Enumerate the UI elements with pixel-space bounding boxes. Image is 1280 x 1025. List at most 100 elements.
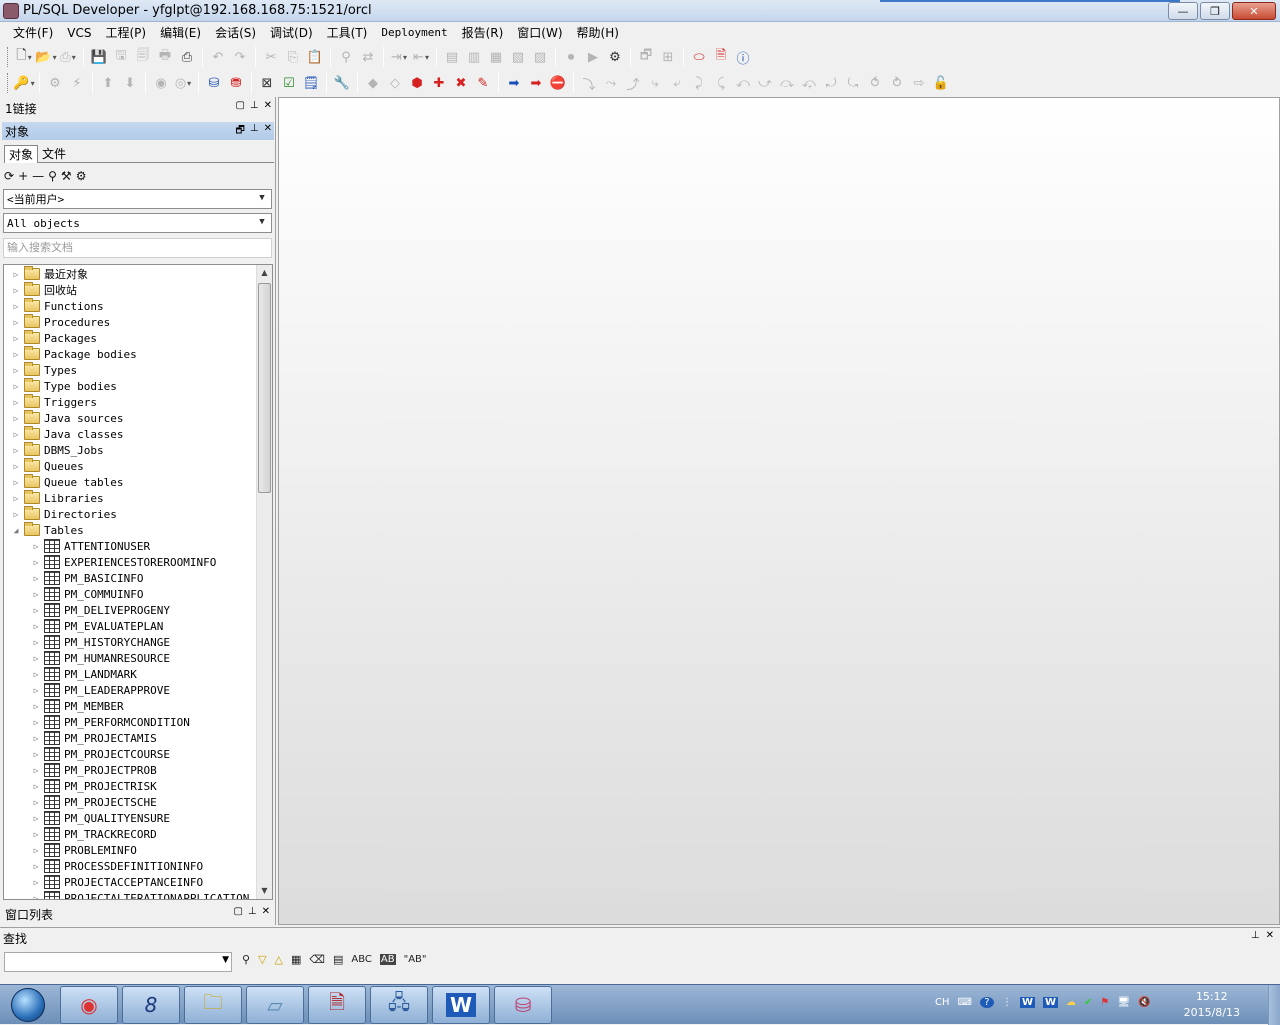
taskbar-chrome[interactable]: ◉ [60, 986, 118, 1024]
highlight-icon[interactable]: ▦ [291, 953, 301, 966]
taskbar-network[interactable]: 🖧 [370, 986, 428, 1024]
uncomment-icon[interactable]: ▥ [463, 46, 485, 68]
folder-node[interactable]: ▷ Queues [10, 458, 84, 474]
macro-icon[interactable]: ⚙ [604, 46, 626, 68]
macro-record-icon[interactable]: ⏺ [560, 46, 582, 68]
lock-icon[interactable]: 🔓 [930, 72, 952, 94]
trace-icon[interactable]: ⤿ [842, 72, 864, 94]
folder-node[interactable]: ▷ Package bodies [10, 346, 137, 362]
cut-icon[interactable]: ✂ [260, 46, 282, 68]
close-button[interactable]: ✕ [1232, 2, 1276, 20]
redo-icon[interactable]: ↷ [229, 46, 251, 68]
copy-icon[interactable]: ⎘ [282, 46, 304, 68]
object-tree[interactable]: ▷ 最近对象 ▷ 回收站 ▷ Functions ▷ Procedures ▷ Packages ▷… [3, 264, 273, 900]
add-icon[interactable]: + [18, 169, 28, 183]
pane-close-icon[interactable]: ✕ [264, 123, 272, 140]
arrow-right-red-icon[interactable]: ➡ [525, 72, 547, 94]
undo-icon[interactable]: ↶ [207, 46, 229, 68]
table-node[interactable]: ▷ PM_EVALUATEPLAN [30, 618, 163, 634]
indent-icon[interactable]: ⇥ [388, 46, 410, 68]
table-node[interactable]: ▷ PM_PERFORMCONDITION [30, 714, 190, 730]
info-icon[interactable]: ⓘ [732, 46, 754, 68]
table-node[interactable]: ▷ PM_HUMANRESOURCE [30, 650, 170, 666]
menu-reports[interactable]: 报告(R) [455, 22, 511, 44]
table-node[interactable]: ▷ PM_HISTORYCHANGE [30, 634, 170, 650]
expand-icon[interactable]: ▷ [30, 654, 42, 663]
objects-pane-header[interactable]: 对象 🗗 ⊥ ✕ [2, 122, 274, 140]
expand-icon[interactable]: ▷ [10, 350, 22, 359]
float-icon[interactable]: ▢ [235, 100, 244, 111]
scroll-up-icon[interactable]: ▲ [257, 265, 272, 281]
expand-icon[interactable]: ▷ [10, 286, 22, 295]
expand-icon[interactable]: ▷ [10, 462, 22, 471]
callstack-icon[interactable]: ⤼ [776, 72, 798, 94]
print-icon[interactable]: 🖶 [154, 46, 176, 68]
minimize-button[interactable]: — [1168, 2, 1198, 20]
tab-files[interactable]: 文件 [38, 145, 70, 163]
debug-pause-icon[interactable]: ✖ [450, 72, 472, 94]
table-node[interactable]: ▷ PM_PROJECTSCHE [30, 794, 157, 810]
expand-icon[interactable]: ▷ [30, 846, 42, 855]
expand-icon[interactable]: ▷ [10, 318, 22, 327]
folder-node[interactable]: ▷ Packages [10, 330, 97, 346]
table-node[interactable]: ▷ PM_PROJECTPROB [30, 762, 157, 778]
expand-icon[interactable]: ▷ [30, 894, 42, 900]
folder-node[interactable]: ◢ Tables [10, 522, 84, 538]
expand-icon[interactable]: ▷ [30, 750, 42, 759]
test-manager-icon[interactable]: ☑ [278, 72, 300, 94]
scroll-down-icon[interactable]: ▼ [257, 883, 272, 899]
expand-icon[interactable]: ▷ [30, 862, 42, 871]
save-all-icon[interactable]: 🗐 [132, 46, 154, 68]
menu-session[interactable]: 会话(S) [208, 22, 263, 44]
execute-icon[interactable]: ⚡ [66, 72, 88, 94]
object-search-input[interactable]: 输入搜索文档 [3, 238, 272, 258]
next-icon[interactable]: ⇨ [908, 72, 930, 94]
mdi-workspace[interactable] [278, 97, 1280, 925]
folder-node[interactable]: ▷ 回收站 [10, 282, 77, 298]
table-node[interactable]: ▷ PM_TRACKRECORD [30, 826, 157, 842]
pin-icon[interactable]: ⊥ [1251, 930, 1260, 941]
folder-node[interactable]: ▷ Triggers [10, 394, 97, 410]
macro-play-icon[interactable]: ▶ [582, 46, 604, 68]
find-next-icon[interactable]: ▽ [258, 953, 266, 966]
clock[interactable]: 15:12 2015/8/13 [1184, 989, 1240, 1021]
debug-brush-icon[interactable]: ✎ [472, 72, 494, 94]
object-filter-select[interactable]: All objects ▼ [3, 213, 272, 233]
menu-deployment[interactable]: Deployment [374, 22, 454, 44]
folder-node[interactable]: ▷ Java classes [10, 426, 123, 442]
table-node[interactable]: ▷ PM_QUALITYENSURE [30, 810, 170, 826]
sql-window-icon[interactable]: ◉ [150, 72, 172, 94]
folder-node[interactable]: ▷ Functions [10, 298, 104, 314]
folder-node[interactable]: ▷ 最近对象 [10, 266, 88, 282]
debug-eraser-icon[interactable]: ◇ [384, 72, 406, 94]
format-icon[interactable]: ▦ [485, 46, 507, 68]
language-indicator[interactable]: CH [935, 997, 950, 1008]
taskbar-explorer[interactable]: 🗀 [184, 986, 242, 1024]
expand-icon[interactable]: ▷ [30, 542, 42, 551]
match-case-toggle[interactable]: ABC [351, 954, 372, 965]
wrench-icon[interactable]: 🔧 [331, 72, 353, 94]
watch-icon[interactable]: ⤹ [710, 72, 732, 94]
locals-icon[interactable]: ⤽ [798, 72, 820, 94]
debug-run-icon[interactable]: ✚ [428, 72, 450, 94]
debug-stop-icon[interactable]: ⬢ [406, 72, 428, 94]
taskbar-editor[interactable]: 🗎 [308, 986, 366, 1024]
expand-icon[interactable]: ▷ [10, 334, 22, 343]
pdf-icon[interactable]: 🗎 [710, 46, 732, 68]
network-tray-icon[interactable]: 🖥 [1117, 997, 1130, 1008]
menu-tools[interactable]: 工具(T) [320, 22, 375, 44]
paste-icon[interactable]: 📋 [304, 46, 326, 68]
expand-icon[interactable]: ▷ [30, 766, 42, 775]
expand-icon[interactable]: ▷ [10, 302, 22, 311]
table-node[interactable]: ▷ PM_BASICINFO [30, 570, 143, 586]
menu-window[interactable]: 窗口(W) [510, 22, 569, 44]
table-node[interactable]: ▷ PROJECTALTERATIONAPPLICATION [30, 890, 249, 900]
table-node[interactable]: ▷ PM_MEMBER [30, 698, 124, 714]
expand-icon[interactable]: ▷ [30, 702, 42, 711]
folder-node[interactable]: ▷ Queue tables [10, 474, 123, 490]
arrow-right-blue-icon[interactable]: ➡ [503, 72, 525, 94]
menu-file[interactable]: 文件(F) [6, 22, 60, 44]
expand-icon[interactable]: ▷ [30, 798, 42, 807]
start-button[interactable] [2, 986, 54, 1024]
expand-icon[interactable]: ▷ [30, 878, 42, 887]
